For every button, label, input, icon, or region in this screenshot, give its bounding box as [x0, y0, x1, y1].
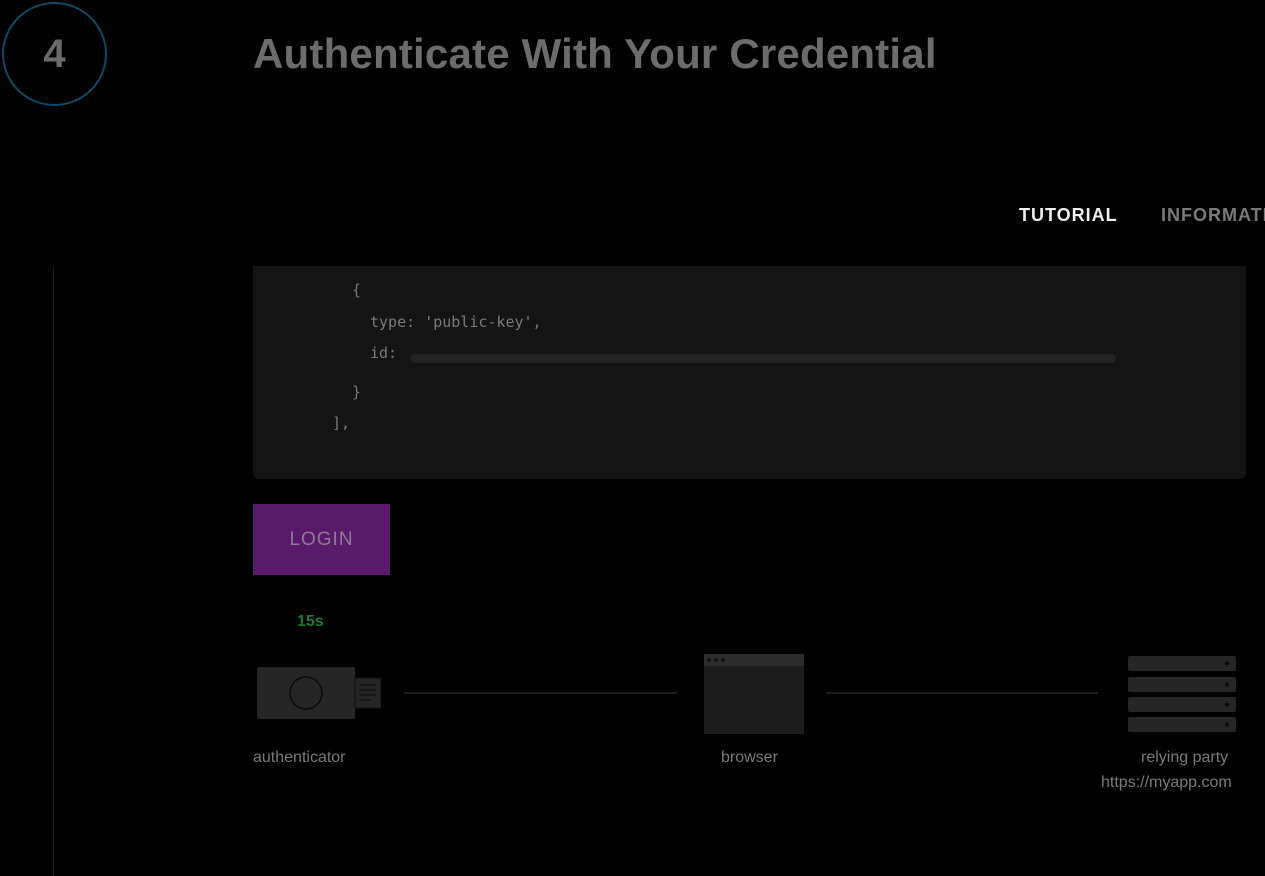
- authenticator-label: authenticator: [253, 749, 346, 766]
- code-type-value: 'public-key',: [424, 313, 542, 331]
- code-id-key: id:: [370, 344, 398, 362]
- code-type-key: type:: [370, 313, 425, 331]
- server-rack-icon: [1128, 656, 1236, 732]
- tab-tutorial[interactable]: TUTORIAL: [1019, 205, 1118, 226]
- security-key-icon: [257, 667, 381, 719]
- step-title: Authenticate With Your Credential: [253, 30, 937, 77]
- browser-label: browser: [721, 749, 778, 766]
- step-number: 4: [43, 31, 66, 76]
- browser-server-connector: [826, 692, 1098, 694]
- login-button[interactable]: LOGIN: [253, 504, 390, 575]
- countdown-timer: 15s: [297, 613, 324, 630]
- relying-party-label: relying party: [1141, 749, 1229, 766]
- relying-party-url: https://myapp.com: [1101, 774, 1232, 791]
- webauthn-step-page: 4 Authenticate With Your Credential TUTO…: [0, 0, 1265, 876]
- browser-window-icon: [704, 654, 804, 734]
- credential-id-placeholder: [410, 354, 1116, 363]
- code-type-line: type: 'public-key',: [370, 313, 542, 331]
- tab-information[interactable]: INFORMATION: [1161, 205, 1265, 226]
- code-block: { type: 'public-key', id: } ],: [253, 266, 1246, 479]
- step-number-badge: 4: [2, 2, 107, 106]
- timeline-line: [53, 266, 54, 876]
- code-close-array: ],: [332, 414, 351, 432]
- code-close-brace: }: [352, 383, 362, 401]
- code-open-brace: {: [352, 281, 362, 299]
- authenticator-browser-connector: [404, 692, 677, 694]
